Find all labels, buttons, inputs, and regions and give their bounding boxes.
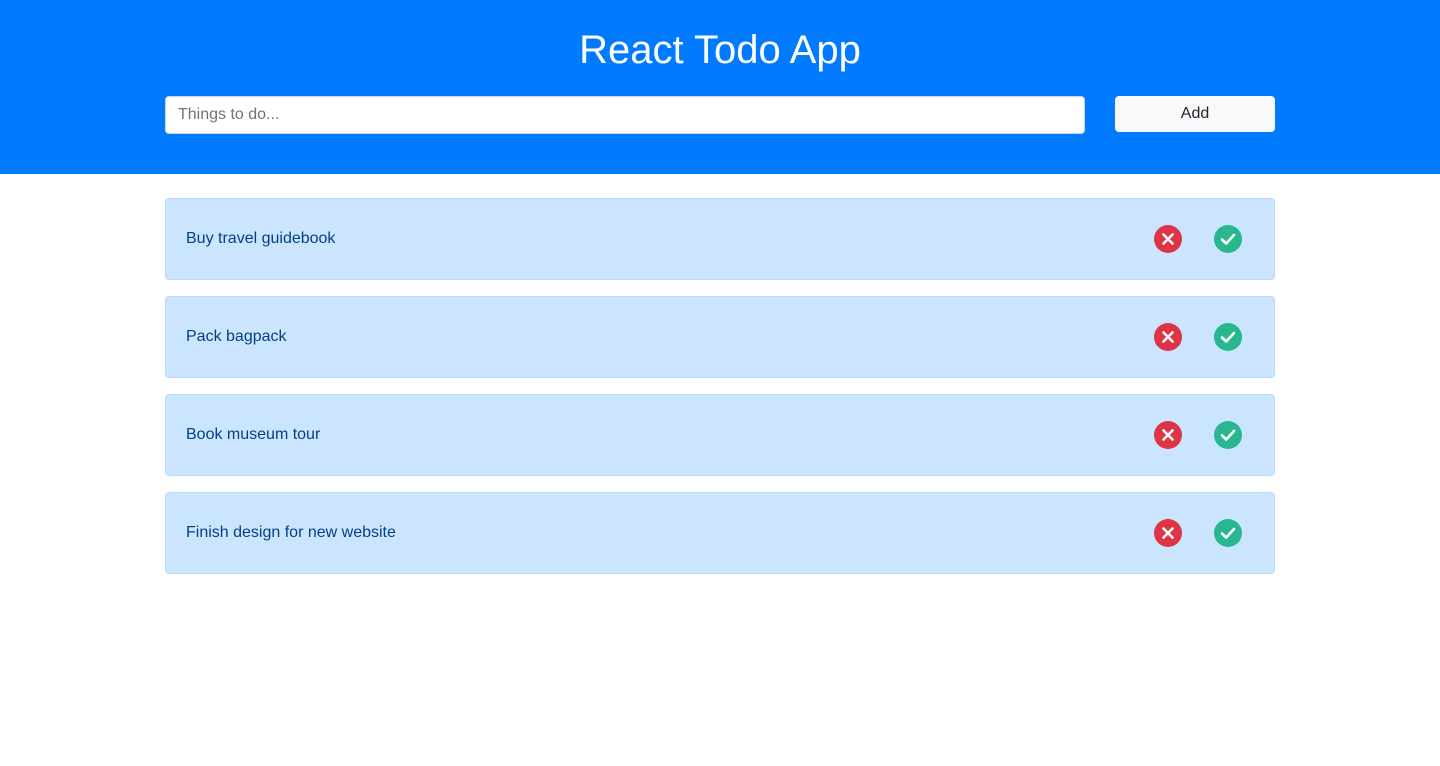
app-header: React Todo App Add [0,0,1440,174]
check-circle-icon[interactable] [1214,421,1242,449]
todo-input[interactable] [165,96,1085,134]
x-circle-icon[interactable] [1154,225,1182,253]
x-circle-icon[interactable] [1154,519,1182,547]
todo-text: Finish design for new website [186,524,396,541]
todo-text: Buy travel guidebook [186,230,336,247]
todo-item: Book museum tour [165,394,1275,476]
check-circle-icon[interactable] [1214,519,1242,547]
todo-item: Finish design for new website [165,492,1275,574]
todo-item: Buy travel guidebook [165,198,1275,280]
x-circle-icon[interactable] [1154,323,1182,351]
add-button[interactable]: Add [1115,96,1275,132]
todo-item: Pack bagpack [165,296,1275,378]
todo-text: Book museum tour [186,426,321,443]
todo-text: Pack bagpack [186,328,287,345]
todo-list: Buy travel guidebook Pack bagpack Book m… [165,198,1275,590]
check-circle-icon[interactable] [1214,225,1242,253]
check-circle-icon[interactable] [1214,323,1242,351]
x-circle-icon[interactable] [1154,421,1182,449]
page-title: React Todo App [579,28,861,72]
